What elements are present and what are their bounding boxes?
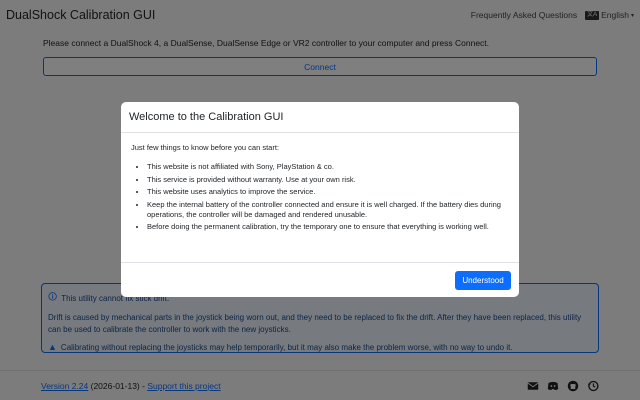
understood-button[interactable]: Understood <box>455 270 511 290</box>
modal-body: Just few things to know before you can s… <box>121 133 519 232</box>
list-item: This website uses analytics to improve t… <box>147 187 509 197</box>
list-item: Before doing the permanent calibration, … <box>147 222 509 232</box>
list-item: Keep the internal battery of the control… <box>147 200 509 220</box>
welcome-modal: Welcome to the Calibration GUI Just few … <box>121 102 519 297</box>
modal-footer: Understood <box>121 262 519 297</box>
list-item: This website is not affiliated with Sony… <box>147 162 509 172</box>
list-item: This service is provided without warrant… <box>147 175 509 185</box>
modal-header: Welcome to the Calibration GUI <box>121 102 519 133</box>
modal-list: This website is not affiliated with Sony… <box>131 162 509 232</box>
modal-intro: Just few things to know before you can s… <box>131 143 279 152</box>
modal-title: Welcome to the Calibration GUI <box>129 111 284 123</box>
